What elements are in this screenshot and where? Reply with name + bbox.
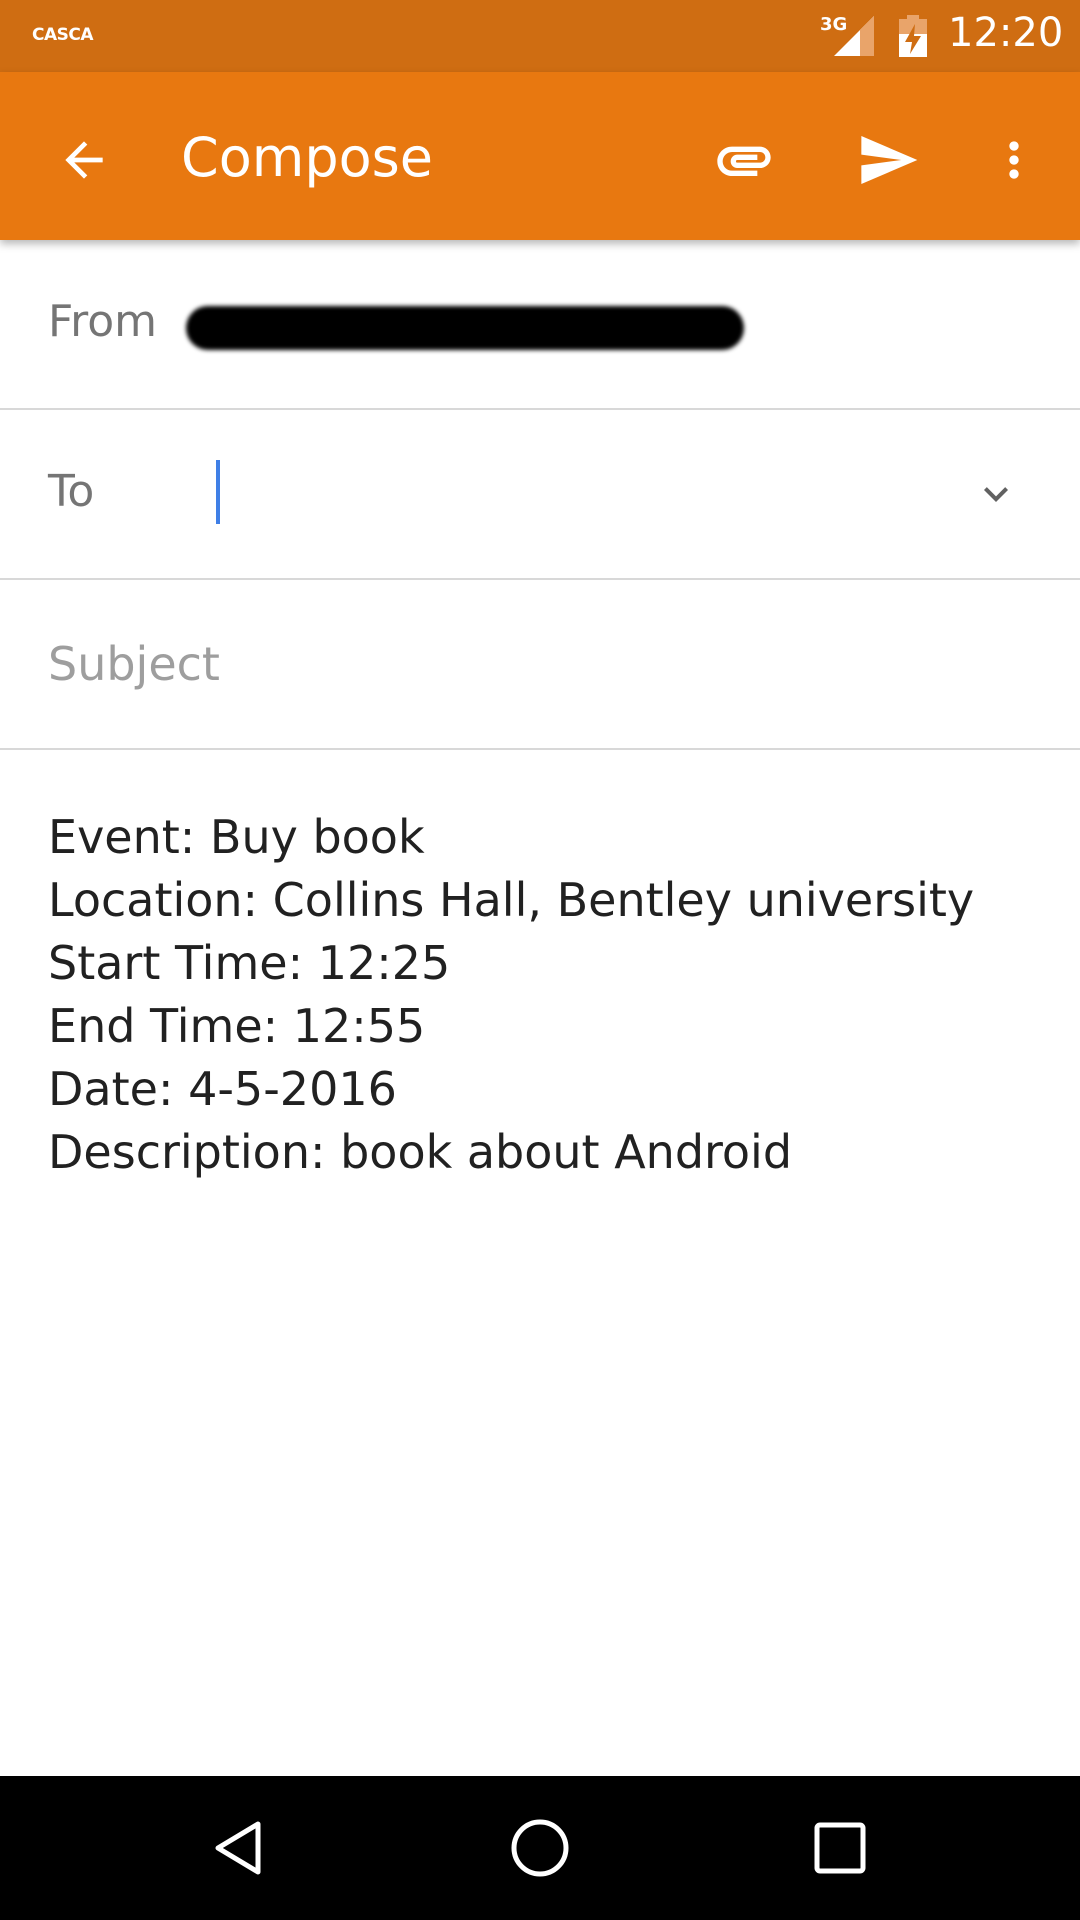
more-vert-icon [1009, 141, 1019, 179]
clock: 12:20 [948, 10, 1064, 56]
to-row: To [0, 410, 1080, 580]
to-label: To [48, 466, 95, 517]
nav-home-button[interactable] [492, 1800, 588, 1896]
back-arrow-icon [65, 141, 103, 179]
paperclip-icon [717, 146, 771, 176]
chevron-down-icon [984, 487, 1008, 502]
nav-recents-icon [814, 1822, 866, 1874]
from-account-redacted[interactable] [186, 306, 744, 350]
to-field[interactable] [215, 460, 935, 530]
nav-back-icon [215, 1821, 261, 1875]
text-cursor [216, 460, 220, 524]
message-body[interactable]: Event: Buy book Location: Collins Hall, … [48, 806, 1048, 1184]
from-row[interactable]: From [0, 240, 1080, 410]
battery-charging-icon [899, 15, 927, 57]
body-line: End Time: 12:55 [48, 999, 426, 1053]
body-line: Description: book about Android [48, 1125, 793, 1179]
page-title: Compose [181, 126, 434, 189]
cc-bcc-expand-button[interactable] [956, 446, 1036, 542]
send-button[interactable] [840, 112, 936, 208]
navigation-bar [0, 1776, 1080, 1920]
network-type-label: 3G [820, 14, 848, 35]
nav-recents-button[interactable] [792, 1800, 888, 1896]
more-options-button[interactable] [966, 112, 1062, 208]
attach-button[interactable] [696, 112, 792, 208]
body-line: Date: 4-5-2016 [48, 1062, 397, 1116]
body-line: Location: Collins Hall, Bentley universi… [48, 873, 975, 927]
back-button[interactable] [36, 112, 132, 208]
body-line: Event: Buy book [48, 810, 425, 864]
from-label: From [48, 296, 158, 347]
carrier-label: CASCA [32, 25, 94, 45]
subject-row [0, 580, 1080, 750]
status-bar: CASCA 3G 12:20 [0, 0, 1080, 72]
send-icon [861, 136, 918, 184]
nav-home-icon [511, 1819, 569, 1877]
body-line: Start Time: 12:25 [48, 936, 451, 990]
nav-back-button[interactable] [192, 1800, 288, 1896]
app-bar: Compose [0, 72, 1080, 240]
subject-field[interactable] [48, 628, 1038, 700]
